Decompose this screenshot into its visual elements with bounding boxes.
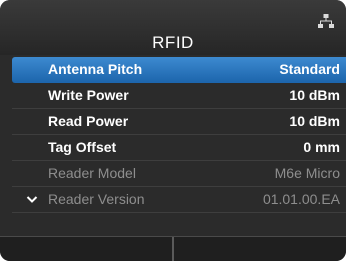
- page-title: RFID: [152, 33, 194, 52]
- menu-item-value: 0 mm: [303, 139, 340, 155]
- menu-item-antenna-pitch[interactable]: Antenna Pitch Standard: [12, 57, 346, 83]
- menu-item-write-power[interactable]: Write Power 10 dBm: [12, 83, 346, 109]
- settings-list: Antenna Pitch Standard Write Power 10 dB…: [12, 57, 346, 213]
- menu-item-label: Write Power: [48, 87, 129, 103]
- menu-item-tag-offset[interactable]: Tag Offset 0 mm: [12, 135, 346, 161]
- header-bar: RFID: [0, 0, 346, 55]
- menu-item-label: Reader Model: [48, 165, 136, 181]
- right-softkey[interactable]: [174, 237, 346, 261]
- menu-item-value: 10 dBm: [289, 87, 340, 103]
- menu-item-reader-model: Reader Model M6e Micro: [12, 161, 346, 187]
- menu-item-label: Read Power: [48, 113, 129, 129]
- chevron-down-icon[interactable]: [26, 195, 38, 204]
- left-softkey[interactable]: [0, 237, 172, 261]
- printer-display: RFID Antenna Pitch Standard Write Power …: [0, 0, 346, 261]
- menu-item-reader-version: Reader Version 01.01.00.EA: [12, 187, 346, 213]
- menu-item-value: M6e Micro: [274, 165, 340, 181]
- menu-item-value: 01.01.00.EA: [262, 191, 340, 207]
- softkey-bar: [0, 236, 346, 261]
- menu-item-label: Tag Offset: [48, 139, 117, 155]
- menu-item-value: 10 dBm: [289, 113, 340, 129]
- menu-item-label: Antenna Pitch: [48, 61, 143, 77]
- menu-item-value: Standard: [279, 61, 340, 77]
- menu-item-label: Reader Version: [48, 191, 145, 207]
- network-icon: [318, 14, 334, 28]
- menu-item-read-power[interactable]: Read Power 10 dBm: [12, 109, 346, 135]
